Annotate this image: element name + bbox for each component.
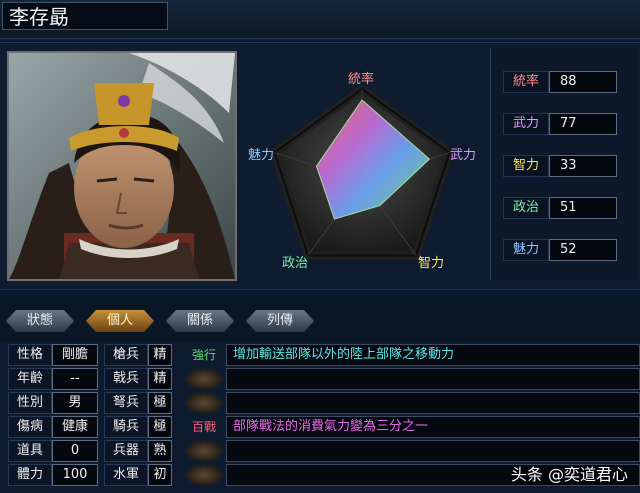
skill-description: 增加輸送部隊以外的陸上部隊之移動力 [226,344,640,366]
stat-value: 52 [549,239,617,261]
aptitude-value: 初 [148,464,172,486]
skill-tag [185,440,223,462]
stat-row-intelligence: 智力 33 [503,155,633,177]
personal-label: 傷病 [8,416,52,438]
stat-label: 智力 [503,155,549,177]
skill-description: 部隊戰法的消費氣力變為三分之一 [226,416,640,438]
stat-row-leadership: 統率 88 [503,71,633,93]
skill-tag [185,392,223,414]
stat-label: 魅力 [503,239,549,261]
personal-label: 性別 [8,392,52,414]
skill-tag [185,368,223,390]
watermark: 头条 @奕道君心 [510,465,628,484]
tab-status[interactable]: 狀態 [6,310,74,332]
tab-biography[interactable]: 列傳 [246,310,314,332]
skill-tag [185,464,223,486]
personal-info-grid: 性格 剛膽 年齡 -- 性別 男 傷病 健康 道具 0 體力 100 槍兵 精 … [0,342,640,493]
radar-label-politics: 政治 [282,256,309,271]
tab-relations[interactable]: 關係 [166,310,234,332]
officer-overview-panel: 統率 武力 智力 政治 魅力 統率 88 武力 77 智力 33 政治 51 魅… [0,42,640,290]
skill-tag: 百戰 [191,420,216,434]
stat-row-charisma: 魅力 52 [503,239,633,261]
personal-value: 剛膽 [52,344,98,366]
aptitude-label: 戟兵 [104,368,148,390]
skill-description [226,392,640,414]
personal-value: 100 [52,464,98,486]
stat-label: 武力 [503,113,549,135]
aptitude-label: 水軍 [104,464,148,486]
ability-radar-chart: 統率 武力 智力 政治 魅力 [240,46,487,286]
radar-label-leadership: 統率 [348,72,375,87]
aptitude-value: 精 [148,344,172,366]
tab-personal[interactable]: 個人 [86,310,154,332]
officer-name: 李存勗 [2,2,168,30]
officer-portrait [7,51,237,281]
stat-value: 88 [549,71,617,93]
aptitude-value: 極 [148,392,172,414]
aptitude-label: 騎兵 [104,416,148,438]
personal-value: 男 [52,392,98,414]
stat-row-politics: 政治 51 [503,197,633,219]
stat-label: 統率 [503,71,549,93]
radar-label-charisma: 魅力 [248,148,275,163]
aptitude-value: 精 [148,368,172,390]
aptitude-label: 槍兵 [104,344,148,366]
skill-description [226,440,640,462]
skill-description [226,368,640,390]
stat-row-war: 武力 77 [503,113,633,135]
personal-label: 年齡 [8,368,52,390]
portrait-image [9,53,235,279]
aptitude-label: 兵器 [104,440,148,462]
aptitude-value: 熟 [148,440,172,462]
personal-value: 健康 [52,416,98,438]
personal-value: 0 [52,440,98,462]
tab-bar: 狀態 個人 關係 列傳 [0,296,640,342]
stat-label: 政治 [503,197,549,219]
personal-label: 性格 [8,344,52,366]
stat-list: 統率 88 武力 77 智力 33 政治 51 魅力 52 [490,48,637,280]
stat-value: 33 [549,155,617,177]
radar-label-intelligence: 智力 [418,256,445,271]
personal-label: 體力 [8,464,52,486]
personal-value: -- [52,368,98,390]
aptitude-value: 極 [148,416,172,438]
stat-value: 77 [549,113,617,135]
stat-value: 51 [549,197,617,219]
title-bar: 李存勗 [0,0,640,39]
aptitude-label: 弩兵 [104,392,148,414]
personal-label: 道具 [8,440,52,462]
skill-tag: 強行 [191,348,216,362]
radar-label-war: 武力 [450,148,477,163]
